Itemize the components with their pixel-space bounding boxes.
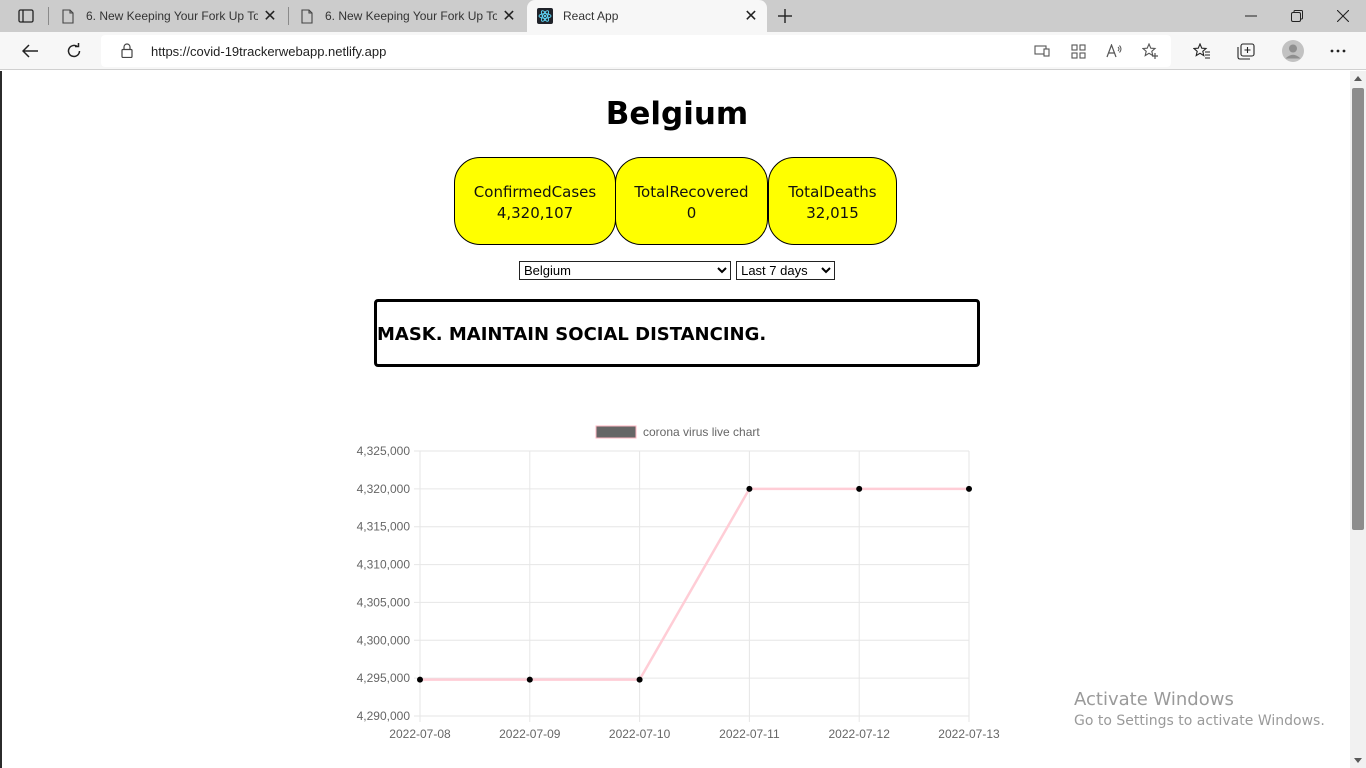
react-icon bbox=[537, 8, 553, 24]
restore-icon[interactable] bbox=[1274, 0, 1320, 32]
data-point[interactable] bbox=[636, 676, 643, 683]
more-menu-icon[interactable] bbox=[1328, 41, 1348, 61]
close-tab-icon[interactable]: ✕ bbox=[497, 4, 521, 28]
new-tab-icon[interactable] bbox=[772, 4, 798, 28]
x-tick-label: 2022-07-09 bbox=[499, 727, 561, 741]
vertical-scrollbar[interactable] bbox=[1350, 71, 1366, 768]
y-tick-label: 4,305,000 bbox=[357, 595, 411, 609]
data-point[interactable] bbox=[526, 676, 533, 683]
browser-toolbar: https://covid-19trackerwebapp.netlify.ap… bbox=[0, 32, 1366, 70]
document-icon bbox=[60, 8, 76, 24]
y-tick-label: 4,295,000 bbox=[357, 671, 411, 685]
y-tick-label: 4,300,000 bbox=[357, 633, 411, 647]
apps-grid-icon[interactable] bbox=[1069, 42, 1087, 60]
minimize-icon[interactable] bbox=[1228, 0, 1274, 32]
y-tick-label: 4,310,000 bbox=[357, 558, 411, 572]
country-select[interactable]: Belgium bbox=[519, 261, 731, 280]
profile-avatar-icon[interactable] bbox=[1281, 39, 1305, 63]
total-recovered-card: TotalRecovered 0 bbox=[615, 157, 768, 245]
stat-label: TotalDeaths bbox=[788, 183, 877, 201]
address-bar[interactable]: https://covid-19trackerwebapp.netlify.ap… bbox=[101, 35, 1171, 67]
y-tick-label: 4,290,000 bbox=[357, 709, 411, 723]
chart-grid bbox=[414, 450, 970, 722]
y-tick-label: 4,320,000 bbox=[357, 482, 411, 496]
stat-value: 4,320,107 bbox=[496, 204, 574, 222]
confirmed-cases-card: ConfirmedCases 4,320,107 bbox=[454, 157, 616, 245]
y-tick-label: 4,325,000 bbox=[357, 444, 411, 458]
scroll-down-arrow-icon[interactable] bbox=[1354, 758, 1362, 763]
data-point[interactable] bbox=[966, 485, 972, 492]
legend-label: corona virus live chart bbox=[643, 425, 760, 439]
activate-windows-watermark: Activate Windows Go to Settings to activ… bbox=[1074, 689, 1325, 729]
stat-value: 0 bbox=[686, 204, 697, 222]
data-point[interactable] bbox=[746, 485, 753, 492]
read-aloud-icon[interactable] bbox=[1105, 42, 1123, 60]
total-deaths-card: TotalDeaths 32,015 bbox=[768, 157, 897, 245]
data-point[interactable] bbox=[856, 485, 863, 492]
app-available-icon[interactable] bbox=[1033, 42, 1051, 60]
page-viewport: Belgium ConfirmedCases 4,320,107 TotalRe… bbox=[0, 71, 1350, 768]
scroll-up-arrow-icon[interactable] bbox=[1354, 76, 1362, 81]
corona-live-chart: 4,325,000 4,320,000 4,315,000 4,310,000 4,30… bbox=[357, 425, 1000, 741]
watermark-title: Activate Windows bbox=[1074, 689, 1234, 710]
legend-swatch bbox=[595, 425, 637, 439]
close-tab-icon[interactable]: ✕ bbox=[258, 4, 282, 28]
y-tick-label: 4,315,000 bbox=[357, 520, 411, 534]
add-favorite-icon[interactable] bbox=[1141, 42, 1159, 60]
collections-icon[interactable] bbox=[1236, 41, 1256, 61]
x-axis-ticks: 2022-07-08 2022-07-09 2022-07-10 2022-07-11… bbox=[389, 727, 1000, 741]
tab-title: 6. New Keeping Your Fork Up To Date bbox=[86, 9, 258, 23]
watermark-subtitle: Go to Settings to activate Windows. bbox=[1074, 713, 1325, 729]
document-icon bbox=[299, 8, 315, 24]
tab-title: React App bbox=[563, 9, 619, 23]
x-tick-label: 2022-07-08 bbox=[389, 727, 451, 741]
close-window-icon[interactable] bbox=[1320, 0, 1366, 32]
stat-value: 32,015 bbox=[806, 204, 859, 222]
data-point[interactable] bbox=[417, 676, 423, 683]
banner-text: MASK. MAINTAIN SOCIAL DISTANCING. bbox=[377, 324, 767, 345]
country-title: Belgium bbox=[605, 96, 749, 132]
stat-label: TotalRecovered bbox=[634, 183, 749, 201]
favorites-icon[interactable] bbox=[1192, 41, 1212, 61]
stat-label: ConfirmedCases bbox=[473, 183, 597, 201]
date-range-select[interactable]: Last 7 days bbox=[736, 261, 836, 280]
url-text[interactable]: https://covid-19trackerwebapp.netlify.ap… bbox=[151, 44, 386, 59]
lock-icon[interactable] bbox=[121, 43, 135, 59]
close-tab-icon[interactable]: ✕ bbox=[739, 4, 763, 28]
safety-banner: MASK. MAINTAIN SOCIAL DISTANCING. bbox=[374, 299, 980, 367]
tab-2[interactable]: 6. New Keeping Your Fork Up To Date ✕ bbox=[289, 0, 525, 32]
filter-controls: Belgium Last 7 days bbox=[519, 260, 836, 280]
x-tick-label: 2022-07-13 bbox=[938, 727, 1000, 741]
x-tick-label: 2022-07-10 bbox=[609, 727, 671, 741]
back-arrow-icon[interactable] bbox=[15, 36, 45, 66]
tab-strip: 6. New Keeping Your Fork Up To Date ✕ 6.… bbox=[0, 0, 1366, 32]
scroll-thumb[interactable] bbox=[1352, 88, 1364, 530]
tab-title: 6. New Keeping Your Fork Up To Date bbox=[325, 9, 497, 23]
tab-actions-icon[interactable] bbox=[8, 5, 44, 27]
x-tick-label: 2022-07-12 bbox=[829, 727, 891, 741]
x-tick-label: 2022-07-11 bbox=[719, 727, 780, 741]
tab-3-active[interactable]: React App ✕ bbox=[527, 0, 767, 32]
tab-separator bbox=[48, 7, 49, 25]
y-axis-ticks: 4,325,000 4,320,000 4,315,000 4,310,000 4,30… bbox=[357, 444, 411, 723]
tab-1[interactable]: 6. New Keeping Your Fork Up To Date ✕ bbox=[50, 0, 286, 32]
series-line bbox=[420, 487, 969, 681]
refresh-icon[interactable] bbox=[59, 36, 89, 66]
